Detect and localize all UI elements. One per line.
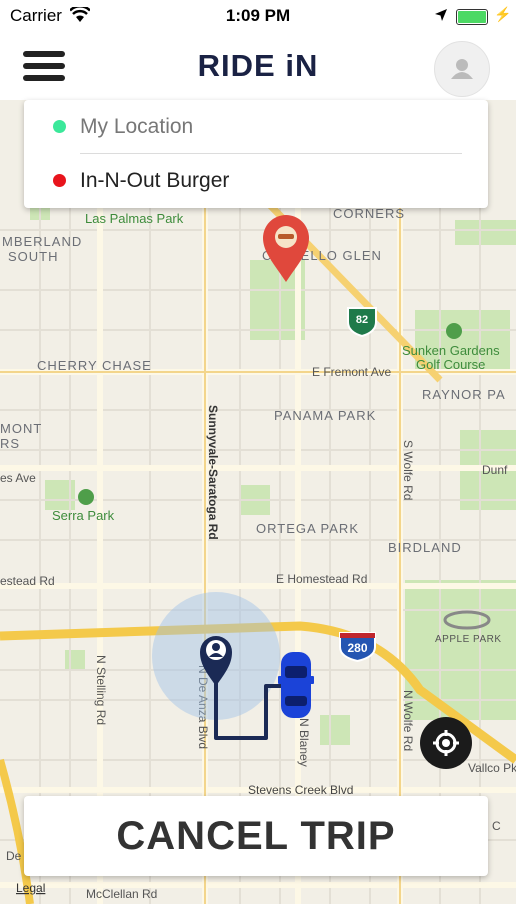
highway-82-label: 82 xyxy=(356,314,368,326)
map-label-stelling: N Stelling Rd xyxy=(94,655,108,725)
crosshair-icon xyxy=(433,730,459,756)
map-label-serra: Serra Park xyxy=(52,508,115,523)
map-label-fremont: E Fremont Ave xyxy=(312,365,391,379)
location-services-icon xyxy=(435,9,447,21)
charging-icon: ⚡ xyxy=(494,6,512,22)
map-label-ortega: ORTEGA PARK xyxy=(256,521,359,536)
map-label-apple-park: APPLE PARK xyxy=(435,634,502,645)
map-label-wolfe-lower: N Wolfe Rd xyxy=(401,690,415,751)
app-header: RIDE iN xyxy=(0,34,516,100)
origin-label: My Location xyxy=(80,115,194,138)
origin-row[interactable]: My Location xyxy=(24,100,488,152)
cancel-trip-button[interactable]: CANCEL TRIP xyxy=(24,796,488,876)
map-label-montclaire-2: RS xyxy=(0,436,20,451)
map-label-homestead-left: estead Rd xyxy=(0,574,55,588)
map-label-panama: PANAMA PARK xyxy=(274,408,376,423)
map-label-es-ave: es Ave xyxy=(0,471,36,485)
map-label-de: De xyxy=(6,849,22,863)
destination-dot-icon xyxy=(53,174,66,187)
user-avatar-icon[interactable] xyxy=(434,41,490,97)
map-label-cumberland-2: SOUTH xyxy=(8,249,59,264)
locate-me-button[interactable] xyxy=(420,717,472,769)
map-label-raynor: RAYNOR PA xyxy=(422,387,506,402)
battery-icon xyxy=(456,9,488,25)
highway-280-shield: 280 xyxy=(339,632,376,663)
map-legal-link[interactable]: Legal xyxy=(16,881,45,895)
map-label-sunken-1: Sunken Gardens xyxy=(402,343,500,358)
origin-dot-icon xyxy=(53,120,66,133)
map-view[interactable]: 82 280 CORNERS Las Palmas Park MBERLAND … xyxy=(0,100,516,904)
destination-row[interactable]: In-N-Out Burger xyxy=(24,154,488,206)
map-label-cumberland-1: MBERLAND xyxy=(2,234,82,249)
map-label-sunnyvale-saratoga: Sunnyvale-Saratoga Rd xyxy=(206,405,220,540)
car-icon xyxy=(278,652,314,718)
route-card: My Location In-N-Out Burger xyxy=(24,100,488,208)
map-label-homestead: E Homestead Rd xyxy=(276,572,367,586)
app-screen: 82 280 CORNERS Las Palmas Park MBERLAND … xyxy=(0,0,516,904)
map-label-c: C xyxy=(492,819,501,833)
user-silhouette-icon xyxy=(451,59,473,79)
status-bar: Carrier 1:09 PM ⚡ xyxy=(0,0,516,34)
map-label-wolfe-upper: S Wolfe Rd xyxy=(401,440,415,500)
map-label-blaney: N Blaney xyxy=(297,718,311,767)
map-label-corners: CORNERS xyxy=(333,206,405,221)
map-label-montclaire-1: MONT xyxy=(0,421,42,436)
map-label-cherry-chase: CHERRY CHASE xyxy=(37,358,152,373)
map-label-vallco: Vallco Pkwy xyxy=(468,761,516,775)
map-label-stevens-creek: Stevens Creek Blvd xyxy=(248,783,353,797)
map-label-birdland: BIRDLAND xyxy=(388,540,462,555)
highway-280-label: 280 xyxy=(347,641,367,655)
map-label-las-palmas: Las Palmas Park xyxy=(85,211,184,226)
park-icon xyxy=(78,489,94,505)
map-label-mcclellan: McClellan Rd xyxy=(86,887,157,901)
golf-icon xyxy=(446,323,462,339)
map-label-sunken-2: Golf Course xyxy=(416,357,485,372)
destination-label: In-N-Out Burger xyxy=(80,169,230,192)
map-label-dunford: Dunf xyxy=(482,463,508,477)
highway-82-shield: 82 xyxy=(347,307,377,338)
